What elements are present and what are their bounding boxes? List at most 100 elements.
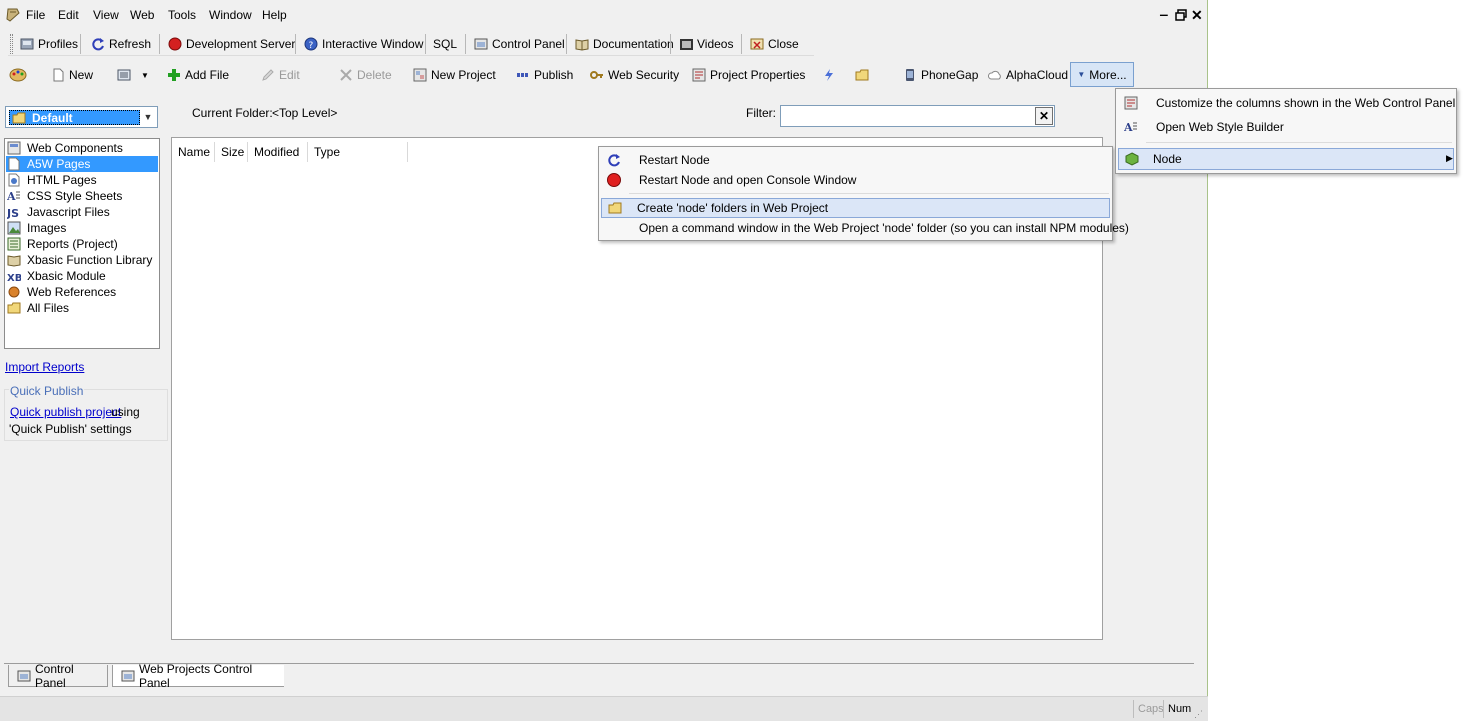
refresh-button[interactable]: Refresh [91, 36, 151, 52]
column-header-type[interactable]: Type [308, 142, 408, 162]
open-folder-button[interactable] [855, 67, 869, 83]
documentation-label: Documentation [593, 37, 674, 51]
new-button[interactable]: New [51, 67, 93, 83]
menu-window[interactable]: Window [209, 8, 252, 22]
tree-item-xbasic-function-library[interactable]: Xbasic Function Library [6, 252, 158, 268]
tree-item-a5w-pages[interactable]: A5W Pages [6, 156, 158, 172]
tree-item-label: HTML Pages [27, 173, 97, 187]
num-indicator: Num [1163, 700, 1191, 718]
project-properties-button[interactable]: Project Properties [692, 67, 805, 83]
refresh-label: Refresh [109, 37, 152, 51]
tree-item-css-style-sheets[interactable]: A CSS Style Sheets [6, 188, 158, 204]
properties-icon [692, 68, 706, 82]
tree-item-label: Reports (Project) [27, 237, 118, 251]
tree-item-javascript-files[interactable]: JS Javascript Files [6, 204, 158, 220]
tree-item-web-references[interactable]: Web References [6, 284, 158, 300]
close-window-icon[interactable]: ✕ [1191, 7, 1203, 24]
videos-label: Videos [697, 37, 734, 51]
videos-button[interactable]: Videos [679, 36, 733, 52]
menu-item-label: Restart Node [639, 153, 710, 167]
node-submenu: Restart Node Restart Node and open Conso… [598, 146, 1129, 241]
tree-item-xbasic-module[interactable]: XB Xbasic Module [6, 268, 158, 284]
project-selector-text: Default [32, 110, 73, 125]
main-toolbar: Profiles Refresh Development Server ? In… [8, 30, 814, 56]
edit-button[interactable]: Edit [261, 67, 300, 83]
column-header-name[interactable]: Name [172, 142, 215, 162]
restore-icon[interactable] [1175, 9, 1187, 24]
resize-grip-icon[interactable]: ⋰ [1194, 709, 1203, 720]
sql-button[interactable]: SQL [433, 36, 457, 52]
delete-button[interactable]: Delete [339, 67, 392, 83]
toolbar-grip[interactable] [10, 34, 13, 54]
file-type-tree: Web Components A5W Pages HTML Pages A CS… [4, 138, 160, 349]
menu-web[interactable]: Web [130, 8, 154, 22]
palette-button[interactable] [9, 66, 27, 82]
quick-publish-link[interactable]: Quick publish project [10, 405, 121, 419]
menu-item-restart-node[interactable]: Restart Node [601, 150, 1110, 170]
menu-item-open-command-window[interactable]: Open a command window in the Web Project… [601, 218, 1129, 238]
new-label: New [69, 68, 94, 82]
tab-web-projects-control-panel[interactable]: Web Projects Control Panel [112, 662, 284, 690]
menu-item-label: Restart Node and open Console Window [639, 173, 857, 187]
filter-label: Filter: [746, 106, 776, 120]
development-server-button[interactable]: Development Server [168, 36, 295, 52]
current-folder-value: <Top Level> [272, 106, 338, 120]
documentation-button[interactable]: Documentation [575, 36, 674, 52]
interactive-window-button[interactable]: ? Interactive Window [304, 36, 423, 52]
menu-item-open-web-style-builder[interactable]: A Open Web Style Builder [1118, 117, 1454, 137]
svg-text:A: A [1124, 121, 1133, 134]
tree-item-all-files[interactable]: All Files [6, 300, 158, 316]
edit-label: Edit [279, 68, 300, 82]
alphacloud-button[interactable]: AlphaCloud [988, 67, 1068, 83]
tree-item-reports[interactable]: Reports (Project) [6, 236, 158, 252]
tree-item-images[interactable]: Images [6, 220, 158, 236]
menu-item-create-node-folders[interactable]: Create 'node' folders in Web Project [601, 198, 1110, 218]
menu-tools[interactable]: Tools [168, 8, 196, 22]
view-dropdown-button[interactable]: ▼ [117, 67, 149, 83]
publish-button[interactable]: Publish [516, 67, 573, 83]
phonegap-button[interactable]: PhoneGap [903, 67, 978, 83]
menu-item-node[interactable]: Node ▶ [1118, 148, 1454, 170]
help-circle-icon: ? [304, 37, 318, 51]
clear-filter-button[interactable]: ✕ [1035, 107, 1053, 125]
tree-item-label: Web References [27, 285, 117, 299]
menu-item-label: Customize the columns shown in the Web C… [1156, 96, 1456, 110]
project-icon [413, 68, 427, 82]
control-panel-button[interactable]: Control Panel [474, 36, 565, 52]
add-file-button[interactable]: Add File [167, 67, 229, 83]
tree-item-html-pages[interactable]: HTML Pages [6, 172, 158, 188]
web-security-button[interactable]: Web Security [590, 67, 679, 83]
menu-file[interactable]: File [26, 8, 45, 22]
menu-item-customize-columns[interactable]: Customize the columns shown in the Web C… [1118, 93, 1456, 113]
svg-text:?: ? [309, 41, 314, 51]
tab-control-panel[interactable]: Control Panel [8, 662, 108, 690]
tree-item-label: Images [27, 221, 67, 235]
menu-bar: File Edit View Web Tools Window Help ‒ ✕ [0, 4, 1208, 26]
close-folder-icon [750, 38, 764, 50]
tree-item-web-components[interactable]: Web Components [6, 140, 158, 156]
xb-icon: XB [7, 273, 21, 283]
menu-view[interactable]: View [93, 8, 119, 22]
menu-item-restart-node-console[interactable]: Restart Node and open Console Window [601, 170, 1110, 190]
minimize-icon[interactable]: ‒ [1160, 6, 1168, 22]
new-project-button[interactable]: New Project [413, 67, 496, 83]
profiles-button[interactable]: Profiles [20, 36, 78, 52]
folder-icon [855, 69, 869, 81]
menu-edit[interactable]: Edit [58, 8, 79, 22]
folder-icon [7, 302, 21, 314]
html-page-icon [8, 173, 20, 187]
filter-input[interactable] [783, 108, 1033, 124]
column-header-size[interactable]: Size [215, 142, 248, 162]
cloud-icon [988, 70, 1001, 80]
import-reports-link[interactable]: Import Reports [5, 360, 84, 374]
chevron-down-icon[interactable]: ▼ [141, 110, 155, 124]
app-icon[interactable] [5, 7, 21, 26]
more-button[interactable]: ▼ More... [1070, 62, 1134, 87]
close-button[interactable]: Close [750, 36, 799, 52]
lightning-button[interactable] [822, 67, 836, 83]
control-panel-label: Control Panel [492, 37, 565, 51]
column-header-modified[interactable]: Modified [248, 142, 308, 162]
filter-field: ✕ [780, 105, 1055, 127]
menu-help[interactable]: Help [262, 8, 287, 22]
project-selector[interactable]: Default ▼ [5, 106, 158, 128]
